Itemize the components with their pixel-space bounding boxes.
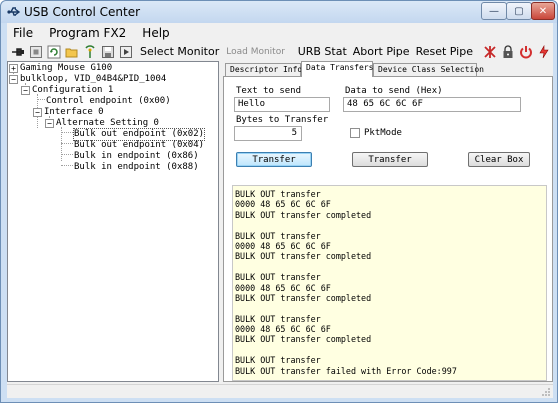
pktmode-label: PktMode [364, 128, 402, 138]
tree-item-configuration[interactable]: Configuration 1 [32, 85, 113, 96]
log-line: BULK OUT transfer [235, 313, 321, 324]
load-monitor-button[interactable]: Load Monitor [219, 47, 285, 57]
power-icon[interactable] [519, 45, 533, 59]
reset-pipe-button[interactable]: Reset Pipe [416, 45, 479, 58]
select-monitor-button[interactable]: Select Monitor [133, 45, 219, 58]
save-icon[interactable] [101, 45, 115, 59]
resize-grip-icon[interactable] [541, 387, 551, 397]
tab-descriptor-info[interactable]: Descriptor Info [225, 63, 302, 76]
bytes-to-transfer-label: Bytes to Transfer [236, 115, 329, 125]
app-window: USB Control Center — ▢ ✕ File Program FX… [0, 0, 558, 403]
log-line: BULK OUT transfer [235, 355, 321, 366]
log-line: BULK OUT transfer [235, 272, 321, 283]
tab-device-class-selection[interactable]: Device Class Selection [373, 63, 484, 76]
log-line: BULK OUT transfer [235, 189, 321, 199]
tree-item-interface[interactable]: Interface 0 [44, 107, 104, 118]
minimize-button[interactable]: — [481, 2, 507, 20]
log-line: BULK OUT transfer completed [235, 334, 372, 345]
tree-item-alternate-setting[interactable]: Alternate Setting 0 [56, 118, 159, 129]
tree-item-bulk-in-0x86[interactable]: Bulk in endpoint (0x86) [74, 151, 199, 162]
client-area: File Program FX2 Help Select Monitor Loa… [7, 23, 553, 398]
menu-file[interactable]: File [7, 23, 41, 42]
tree-connector [61, 165, 73, 166]
data-to-send-label: Data to send (Hex) [345, 86, 443, 96]
tree-item-gaming-mouse[interactable]: Gaming Mouse G100 [20, 63, 112, 74]
text-to-send-label: Text to send [236, 86, 302, 96]
open-folder-icon[interactable] [65, 45, 79, 59]
status-bar [7, 384, 553, 398]
tree-connector [61, 154, 73, 155]
menu-program-fx2[interactable]: Program FX2 [41, 23, 134, 42]
tree-connector [61, 132, 73, 133]
tree-expand-toggle[interactable]: + [9, 64, 18, 73]
title-bar[interactable]: USB Control Center — ▢ ✕ [1, 1, 557, 23]
antenna-icon[interactable] [83, 44, 97, 59]
device-tree[interactable]: + Gaming Mouse G100 − bulkloop, VID_04B4… [7, 61, 219, 382]
refresh-icon[interactable] [47, 45, 61, 59]
log-line: BULK OUT transfer completed [235, 209, 372, 220]
lock-icon[interactable] [501, 44, 515, 59]
menu-bar: File Program FX2 Help [7, 23, 553, 42]
toolbar-right-group: URB Stat Abort Pipe Reset Pipe [298, 42, 551, 61]
transfer-button[interactable]: Transfer [236, 152, 312, 167]
log-line: 0000 48 65 6C 6C 6F [235, 324, 331, 335]
urb-stat-button[interactable]: URB Stat [298, 45, 353, 58]
clear-box-button[interactable]: Clear Box [468, 152, 530, 167]
menu-help[interactable]: Help [134, 23, 177, 42]
window-title: USB Control Center [24, 5, 141, 19]
tree-collapse-toggle[interactable]: − [45, 119, 54, 128]
tree-item-bulk-out-0x04[interactable]: Bulk out endpoint (0x04) [74, 140, 204, 151]
toolbar: Select Monitor Load Monitor URB Stat Abo… [7, 42, 553, 61]
log-line: 0000 48 65 6C 6C 6F [235, 240, 331, 251]
tree-connector [37, 99, 45, 100]
data-transfers-panel: Text to send Hello Data to send (Hex) 48… [223, 76, 553, 382]
tree-collapse-toggle[interactable]: − [33, 108, 42, 117]
log-line: BULK OUT transfer failed with Error Code… [235, 365, 457, 376]
log-line: BULK OUT transfer completed [235, 292, 372, 303]
tab-data-transfers[interactable]: Data Transfers [301, 61, 373, 77]
bytes-to-transfer-input[interactable]: 5 [234, 126, 302, 141]
abort-pipe-button[interactable]: Abort Pipe [353, 45, 416, 58]
usb-icon [7, 7, 21, 16]
tree-item-bulk-out-0x02[interactable]: Bulk out endpoint (0x02) [72, 128, 206, 141]
tab-control: Descriptor Info Data Transfers Device Cl… [223, 61, 553, 382]
tree-collapse-toggle[interactable]: − [21, 86, 30, 95]
log-line: BULK OUT transfer [235, 230, 321, 241]
maximize-button[interactable]: ▢ [506, 2, 532, 20]
close-button[interactable]: ✕ [531, 2, 555, 20]
tree-connector [61, 143, 73, 144]
log-line: 0000 48 65 6C 6C 6F [235, 282, 331, 293]
data-to-send-input[interactable]: 48 65 6C 6C 6F [343, 97, 521, 112]
transfer-in-button[interactable]: Transfer [352, 152, 428, 167]
tree-item-control-endpoint[interactable]: Control endpoint (0x00) [46, 96, 171, 107]
transfer-log[interactable]: BULK OUT transfer 0000 48 65 6C 6C 6F BU… [232, 185, 547, 381]
run-icon[interactable] [119, 45, 133, 59]
tree-collapse-toggle[interactable]: − [9, 75, 18, 84]
log-line: 0000 48 65 6C 6C 6F [235, 199, 331, 210]
plug-icon[interactable] [537, 44, 551, 59]
pktmode-checkbox[interactable] [350, 128, 360, 138]
reset-device-icon[interactable] [483, 45, 497, 59]
text-to-send-input[interactable]: Hello [234, 97, 330, 112]
log-line: BULK OUT transfer completed [235, 251, 372, 262]
usb-connect-icon[interactable] [11, 45, 25, 59]
tree-item-bulkloop-device[interactable]: bulkloop, VID_04B4&PID_1004 [20, 74, 166, 85]
tree-item-bulk-in-0x88[interactable]: Bulk in endpoint (0x88) [74, 162, 199, 173]
stop-icon[interactable] [29, 45, 43, 59]
